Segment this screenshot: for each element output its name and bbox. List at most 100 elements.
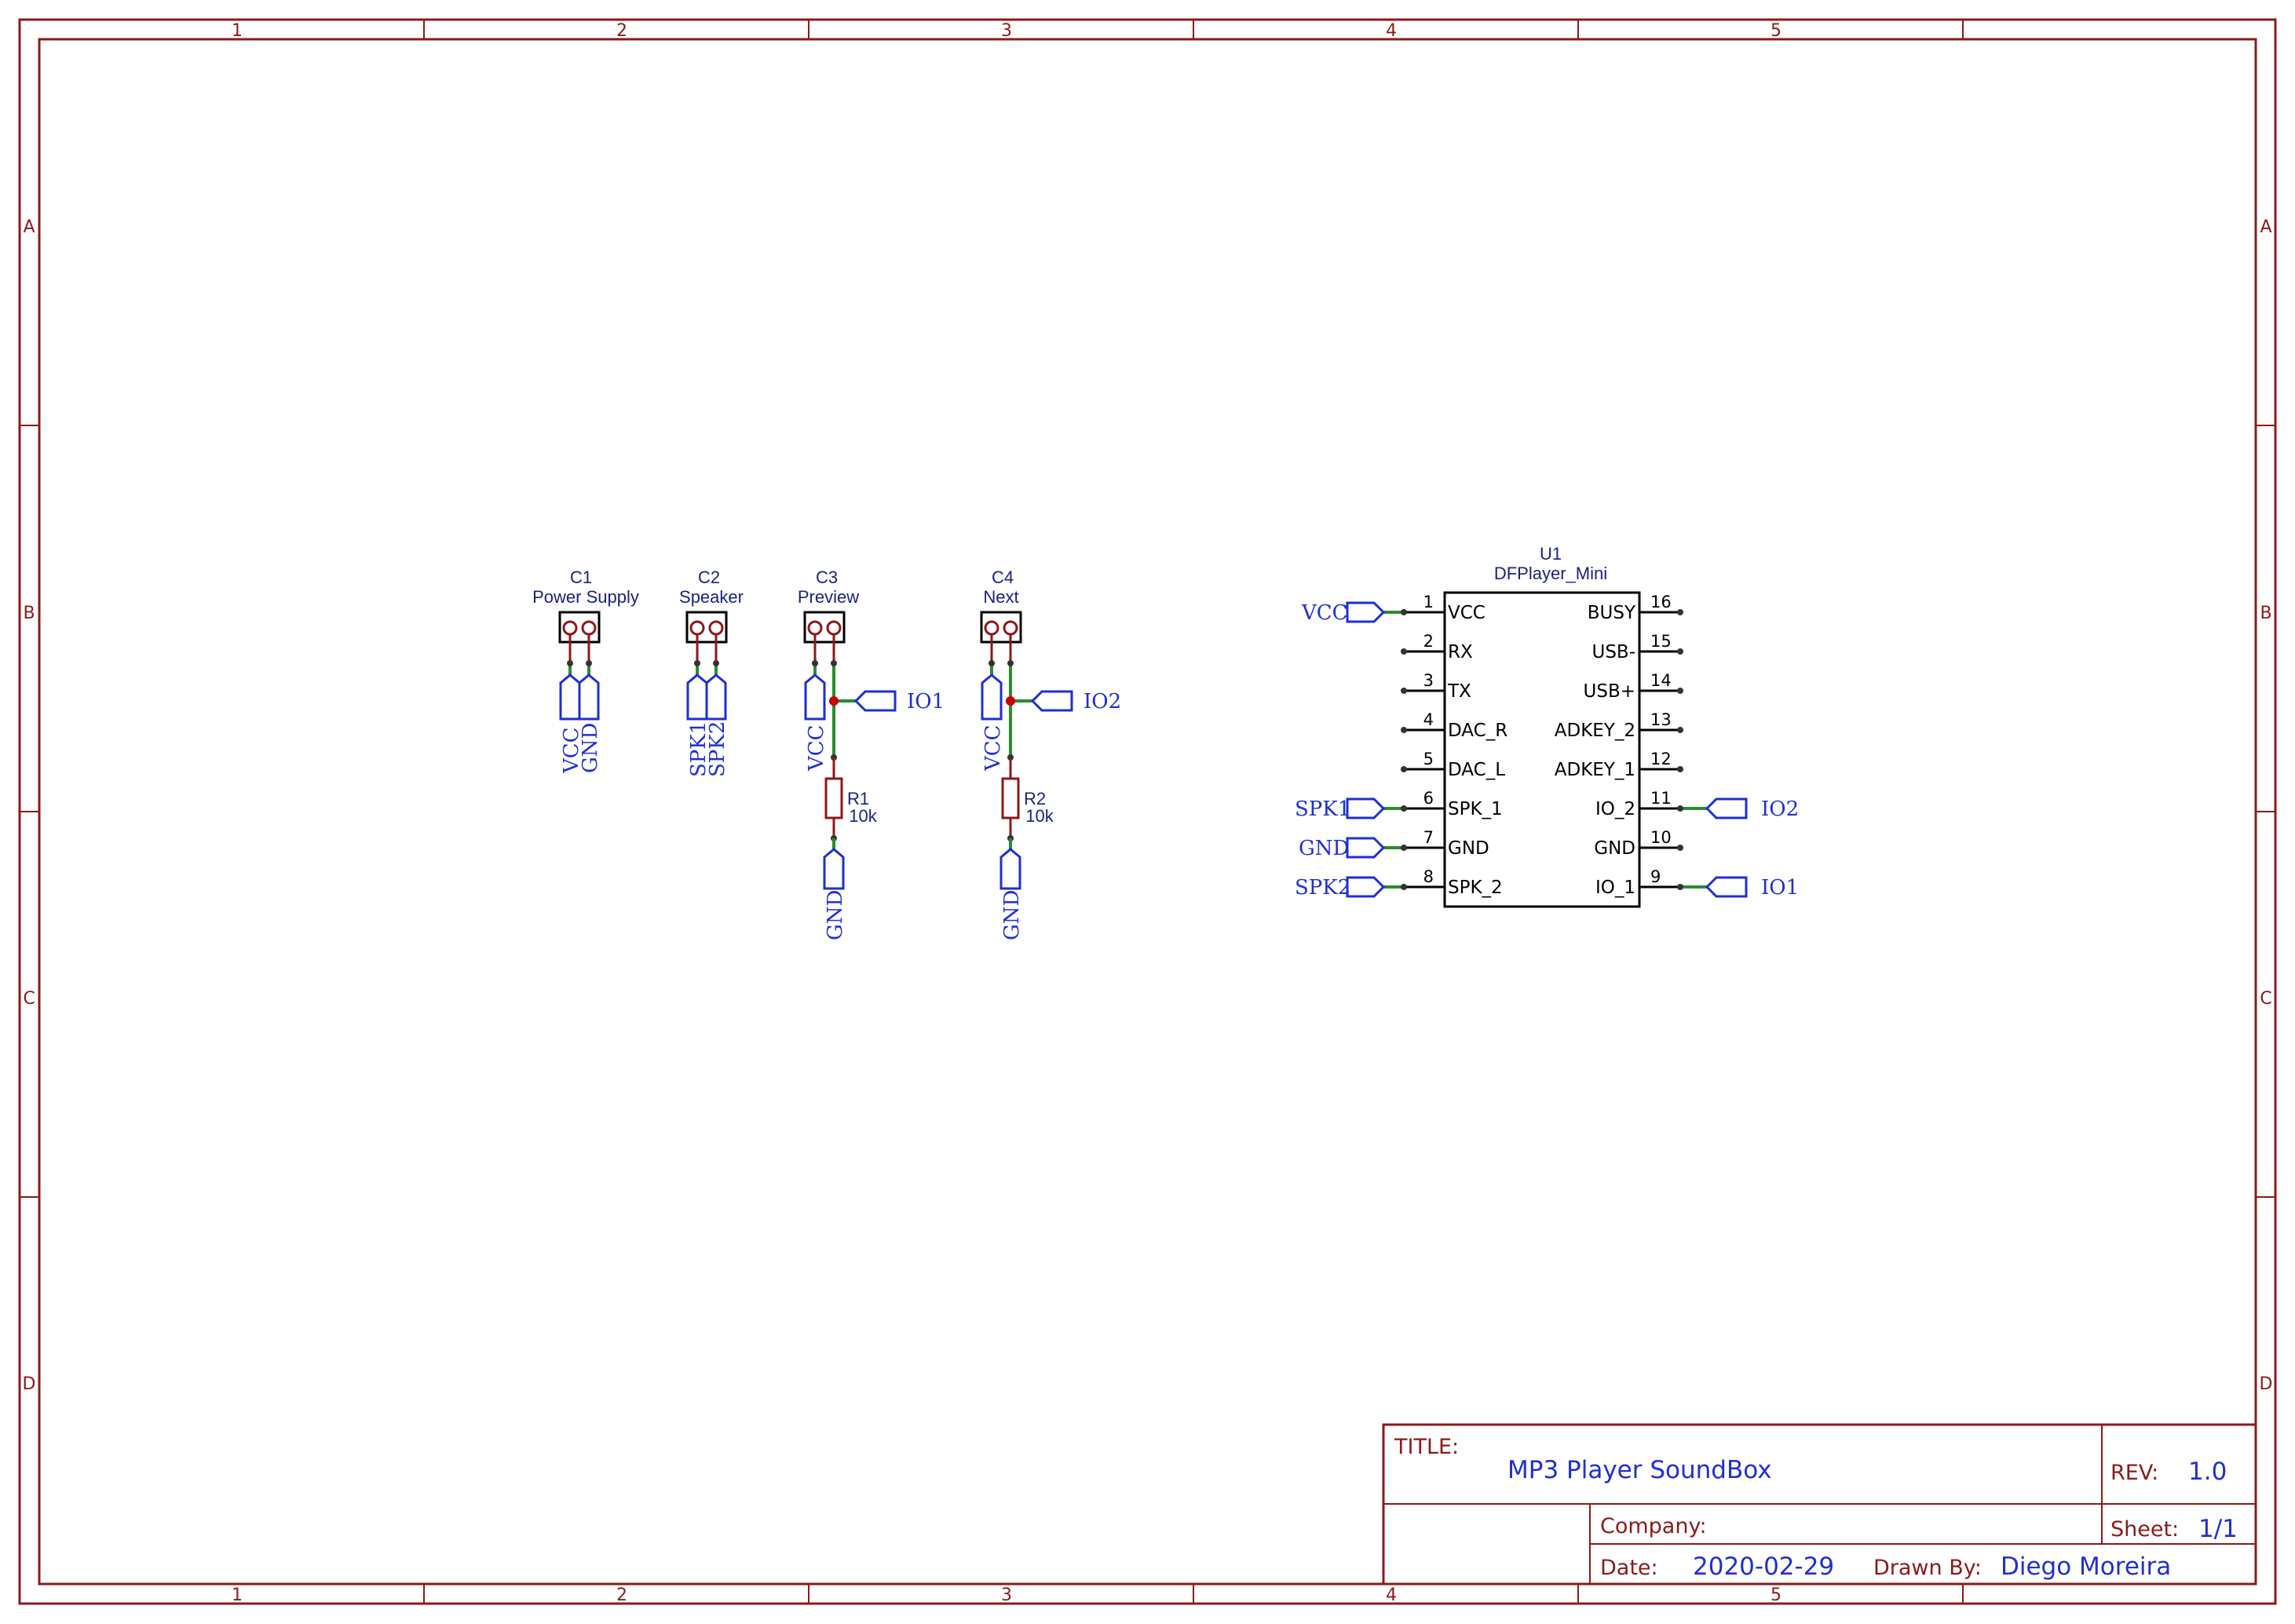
net-flag-spk2 (705, 673, 727, 721)
net-flag-io2-c4 (1030, 690, 1073, 712)
u1-pin-8-dot (1401, 884, 1407, 890)
u1-pin-4-number: 4 (1423, 710, 1434, 729)
zone-bottom-2: 2 (616, 1586, 627, 1605)
u1-pin-8-name: SPK_2 (1448, 878, 1503, 898)
net-label-vcc-u1: VCC (1301, 601, 1348, 625)
u1-pin-11-dot (1677, 805, 1683, 812)
zone-right-b: B (2260, 604, 2271, 623)
zone-bottom-1: 1 (232, 1586, 243, 1605)
net-label-spk2: SPK2 (706, 721, 729, 777)
sheet-inner-border (38, 38, 2257, 1586)
drawn-by-value: Diego Moreira (2001, 1553, 2171, 1581)
u1-pin-12-dot (1677, 766, 1683, 772)
connector-c3[interactable]: C3 Preview VCC IO1 (798, 567, 945, 772)
u1-pin-3-dot (1401, 688, 1407, 694)
u1-pin-7-number: 7 (1423, 828, 1434, 847)
junction-c3 (829, 696, 839, 706)
net-label-gnd-r1: GND (824, 890, 847, 940)
u1-pin-9-name: IO_1 (1595, 878, 1635, 898)
zone-left-c: C (23, 989, 35, 1009)
u1-pin-2-number: 2 (1423, 632, 1434, 651)
drawn-by-label: Drawn By: (1873, 1556, 1982, 1580)
u1-pin-11-name: IO_2 (1595, 799, 1635, 819)
u1-pin-5-name: DAC_L (1448, 760, 1505, 780)
date-value: 2020-02-29 (1693, 1553, 1834, 1581)
u1-pin-14-dot (1677, 688, 1683, 694)
net-label-gnd: GND (579, 723, 602, 773)
zone-right-a: A (2260, 217, 2271, 237)
u1-pin-4-dot (1401, 727, 1407, 733)
u1-pin-10-number: 10 (1650, 828, 1672, 847)
u1-pin-16-dot (1677, 609, 1683, 615)
zone-left-d: D (23, 1374, 36, 1394)
date-label: Date: (1600, 1556, 1658, 1580)
zone-top-2: 2 (616, 21, 627, 41)
u1-pin-11-number: 11 (1650, 789, 1672, 808)
net-flag-spk1-u1 (1346, 797, 1386, 819)
connector-c2-pin2 (708, 620, 724, 636)
net-flag-gnd-r1 (823, 848, 845, 890)
u1-pin-16-name: BUSY (1588, 603, 1636, 623)
net-flag-vcc-u1 (1346, 601, 1386, 623)
sheet-label: Sheet: (2110, 1517, 2179, 1542)
net-flag-gnd-r2 (999, 848, 1021, 890)
u1-pin-1-dot (1401, 609, 1407, 615)
connector-c3-pin1 (807, 620, 823, 636)
u1-pin-5-dot (1401, 766, 1407, 772)
u1-pin-10-name: GND (1594, 838, 1635, 859)
u1-pin-6-name: SPK_1 (1448, 799, 1503, 819)
u1-pin-16-number: 16 (1650, 593, 1672, 611)
connector-c1-ref: C1 (570, 567, 592, 587)
net-label-vcc-c3: VCC (805, 724, 828, 772)
u1-pin-2-dot (1401, 648, 1407, 655)
zone-bottom-5: 5 (1771, 1586, 1782, 1605)
u1-pin-12-number: 12 (1650, 750, 1672, 768)
net-label-gnd-r2: GND (1000, 890, 1024, 940)
connector-c4-pin1 (984, 620, 999, 636)
zone-right-c: C (2260, 989, 2271, 1009)
connector-c3-ref: C3 (816, 567, 838, 587)
connector-c4-label: Next (983, 587, 1018, 607)
net-label-vcc-c4: VCC (981, 724, 1005, 772)
u1-pin-15-name: USB- (1592, 642, 1635, 662)
resistor-r2[interactable]: R2 10k GND (999, 754, 1054, 940)
resistor-r1[interactable]: R1 10k GND (823, 754, 878, 940)
net-flag-vcc-c4 (981, 673, 1003, 721)
connector-c1[interactable]: C1 Power Supply VCC GND (532, 567, 639, 774)
zone-left-b: B (23, 604, 35, 623)
schematic-sheet: 1 2 3 4 5 1 2 3 4 5 A B C D A B C D C1 P… (18, 18, 2277, 1605)
resistor-r2-value: 10k (1025, 806, 1054, 826)
u1-pin-7-dot (1401, 845, 1407, 851)
zone-left-a: A (23, 217, 35, 237)
u1-pin-9-number: 9 (1650, 867, 1661, 886)
zone-top-4: 4 (1386, 21, 1397, 41)
net-label-spk2-u1: SPK2 (1295, 876, 1350, 900)
zone-top-1: 1 (232, 21, 243, 41)
module-u1[interactable]: U1 DFPlayer_Mini 1 VCC 2 RX 3 TX 4 DAC_R 5 DAC_L 6… (1295, 544, 1799, 908)
rev-label: REV: (2110, 1461, 2158, 1485)
net-flag-gnd (578, 673, 600, 721)
resistor-r1-value: 10k (849, 806, 877, 826)
title-block: TITLE: MP3 Player SoundBox REV: 1.0 Comp… (1382, 1423, 2257, 1586)
u1-pin-4-name: DAC_R (1448, 721, 1507, 741)
u1-pin-13-number: 13 (1650, 710, 1672, 729)
u1-pin-14-name: USB+ (1584, 681, 1635, 702)
connector-c2[interactable]: C2 Speaker SPK1 SPK2 (679, 567, 744, 777)
net-flag-io1-c3 (853, 690, 897, 712)
u1-pin-14-number: 14 (1650, 671, 1672, 690)
zone-top-3: 3 (1001, 21, 1012, 41)
connector-c4[interactable]: C4 Next VCC IO2 (980, 567, 1121, 772)
net-flag-gnd-u1 (1346, 837, 1386, 859)
u1-pin-15-dot (1677, 648, 1683, 655)
net-flag-spk1 (686, 673, 708, 721)
u1-pin-12-name: ADKEY_1 (1555, 760, 1635, 780)
zone-bottom-4: 4 (1386, 1586, 1397, 1605)
zone-top-5: 5 (1771, 21, 1782, 41)
net-flag-io2-u1 (1705, 797, 1748, 819)
junction-c4 (1006, 696, 1015, 706)
u1-pin-13-name: ADKEY_2 (1555, 721, 1635, 741)
connector-c1-pin1 (562, 620, 578, 636)
u1-pin-8-number: 8 (1423, 867, 1434, 886)
connector-c2-ref: C2 (698, 567, 720, 587)
u1-pin-9-dot (1677, 884, 1683, 890)
